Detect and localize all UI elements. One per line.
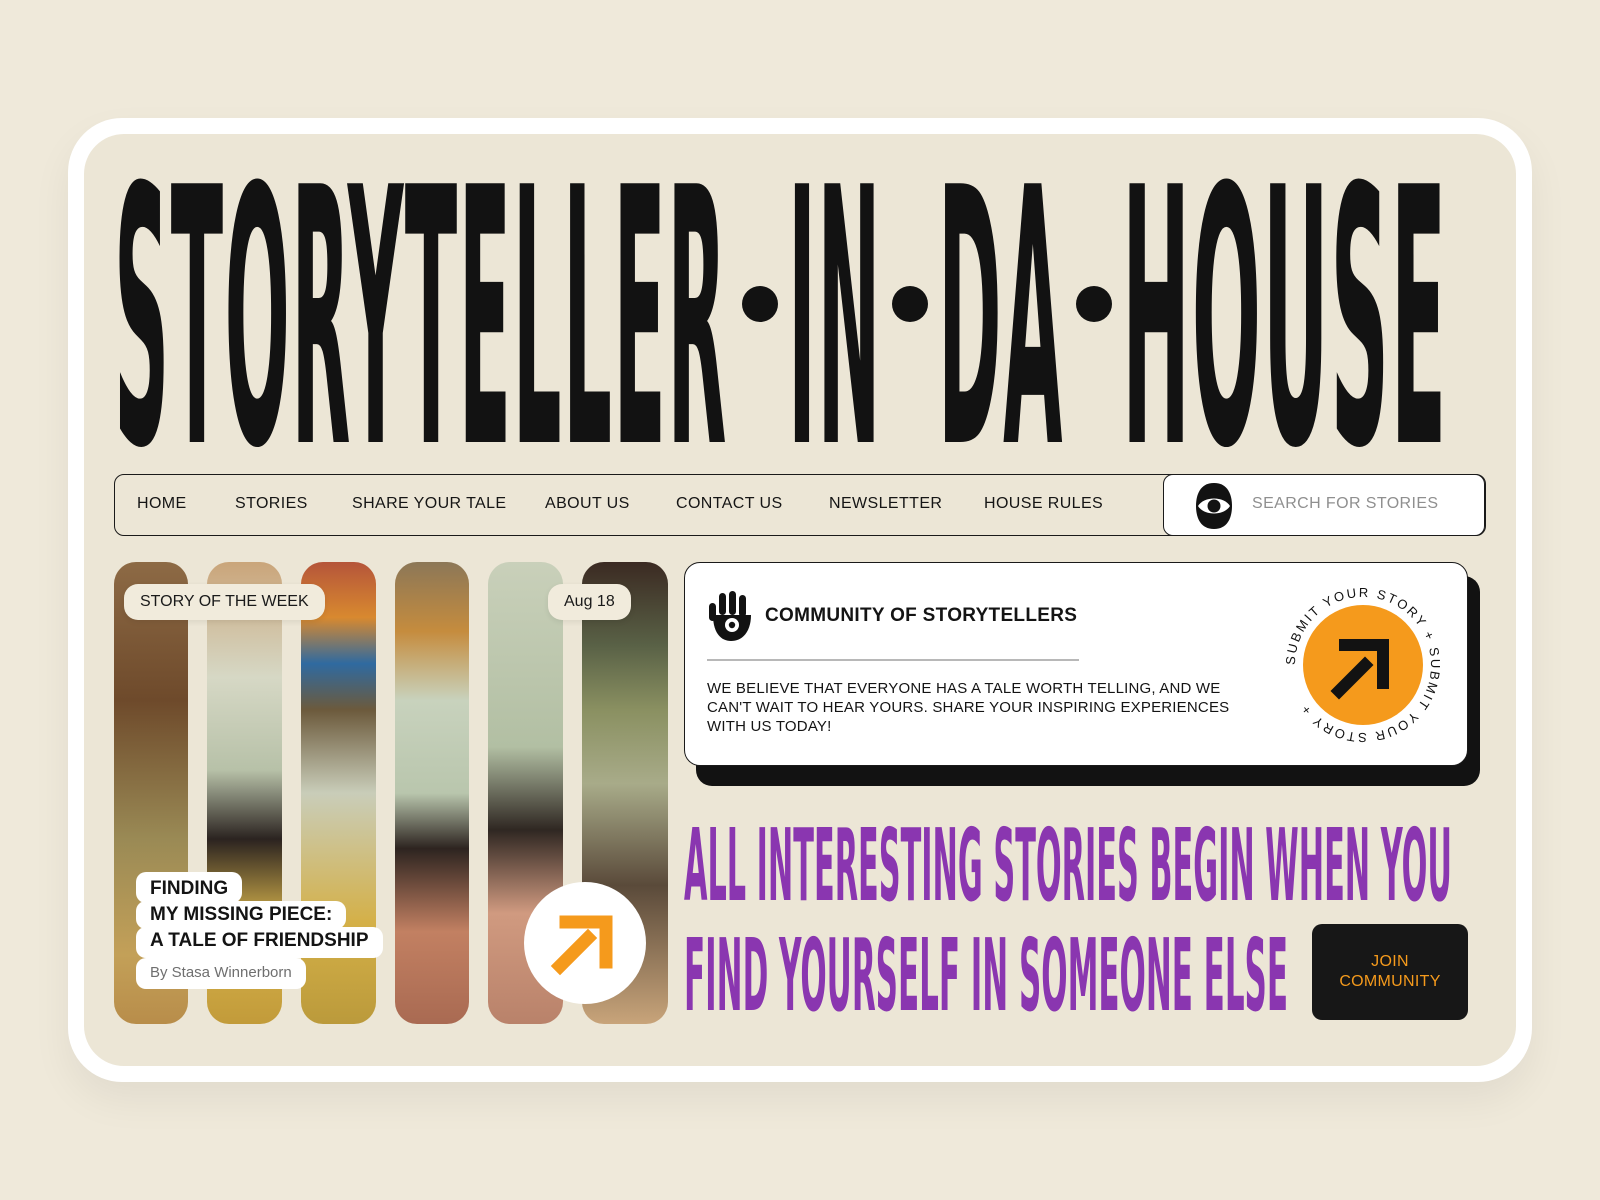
community-title: COMMUNITY OF STORYTELLERS: [765, 605, 1078, 626]
hero-word-da: DA: [938, 164, 1064, 454]
join-label: JOIN: [1371, 953, 1409, 970]
nav-about-us[interactable]: ABOUT US: [545, 495, 630, 513]
hero-word-storyteller: STORYTELLER: [114, 164, 728, 454]
story-title-line: A TALE OF FRIENDSHIP: [136, 927, 383, 958]
hero-dot: [742, 286, 778, 322]
hero-dot: [892, 286, 928, 322]
join-community-button[interactable]: JOIN COMMUNITY: [1312, 924, 1468, 1020]
story-of-the-week-image[interactable]: STORY OF THE WEEK Aug 18 FINDING MY MISS…: [114, 562, 668, 1024]
nav-stories[interactable]: STORIES: [235, 495, 308, 513]
story-title-card[interactable]: FINDING MY MISSING PIECE: A TALE OF FRIE…: [136, 872, 386, 989]
nav-house-rules[interactable]: HOUSE RULES: [984, 495, 1103, 513]
join-label: COMMUNITY: [1339, 973, 1441, 990]
description-line: WE BELIEVE THAT EVERYONE HAS A TALE WORT…: [707, 680, 1221, 697]
hero-word-in: IN: [788, 164, 882, 454]
community-description: WE BELIEVE THAT EVERYONE HAS A TALE WORT…: [707, 679, 1247, 736]
submit-your-story-badge[interactable]: SUBMIT YOUR STORY + SUBMIT YOUR STORY +: [1283, 585, 1443, 745]
story-of-the-week-tag: STORY OF THE WEEK: [124, 584, 325, 620]
nav-contact-us[interactable]: CONTACT US: [676, 495, 783, 513]
community-card: COMMUNITY OF STORYTELLERS WE BELIEVE THA…: [684, 562, 1468, 766]
search-box[interactable]: SEARCH FOR STORIES: [1163, 473, 1485, 536]
search-input[interactable]: SEARCH FOR STORIES: [1252, 495, 1439, 513]
tagline-line-2: FIND YOURSELF IN SOMEONE ELSE: [684, 917, 1288, 1022]
nav-share-your-tale[interactable]: SHARE YOUR TALE: [352, 495, 507, 513]
date-tag: Aug 18: [548, 584, 631, 620]
hero-word-house: HOUSE: [1122, 164, 1448, 454]
hero-dot: [1076, 286, 1112, 322]
tagline-line-1: ALL INTERESTING STORIES BEGIN WHEN YOU: [684, 807, 1452, 924]
hero-title: STORYTELLER IN DA HOUSE: [114, 164, 1448, 454]
image-slat: [395, 562, 469, 1024]
arrow-up-right-icon: [550, 915, 613, 976]
story-author: By Stasa Winnerborn: [136, 958, 306, 989]
description-line: WITH US TODAY!: [707, 718, 832, 735]
nav-home[interactable]: HOME: [137, 495, 187, 513]
open-story-button[interactable]: [524, 882, 646, 1004]
main-panel: STORYTELLER IN DA HOUSE HOME STORIES SHA…: [84, 134, 1516, 1066]
eye-icon: [1196, 482, 1232, 529]
story-title-line: MY MISSING PIECE:: [136, 901, 347, 929]
main-nav: HOME STORIES SHARE YOUR TALE ABOUT US CO…: [114, 473, 1486, 536]
nav-newsletter[interactable]: NEWSLETTER: [829, 495, 942, 513]
story-title-line: FINDING: [136, 872, 243, 903]
divider: [707, 659, 1079, 661]
description-line: CAN'T WAIT TO HEAR YOURS. SHARE YOUR INS…: [707, 699, 1230, 716]
hand-eye-icon: [709, 591, 751, 641]
